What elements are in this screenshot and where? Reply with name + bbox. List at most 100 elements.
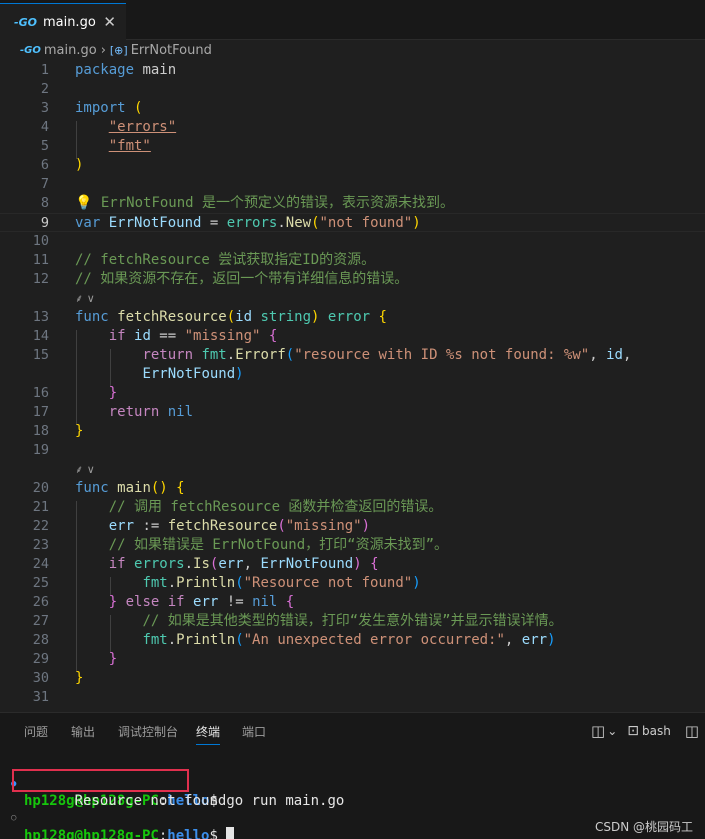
code-line[interactable]: 12 // 如果资源不存在，返回一个带有详细信息的错误。 [0, 270, 705, 289]
code-token: // 如果错误是 ErrNotFound，打印“资源未找到”。 [108, 537, 449, 553]
code-token: if [108, 328, 126, 344]
split-view-icon[interactable]: ◫ [685, 722, 699, 740]
code-text: // 如果是其他类型的错误，打印“发生意外错误”并显示错误详情。 [75, 612, 562, 631]
code-token: ErrNotFound [260, 556, 354, 572]
code-token: if [108, 556, 126, 572]
code-line[interactable]: 10 [0, 232, 705, 251]
code-text: var ErrNotFound = errors.New("not found"… [75, 214, 421, 233]
code-line[interactable]: 24 if errors.Is(err, ErrNotFound) { [0, 555, 705, 574]
close-icon[interactable]: ✕ [103, 13, 116, 31]
line-number: 7 [40, 176, 49, 192]
code-line[interactable]: 9 var ErrNotFound = errors.New("not found… [0, 213, 705, 232]
breadcrumb-file[interactable]: main.go [44, 43, 97, 58]
code-line[interactable]: 25 fmt.Println("Resource not found") [0, 574, 705, 593]
code-token: fmt [142, 575, 168, 591]
code-token: id [235, 309, 253, 325]
code-token: ) [361, 518, 371, 534]
code-line[interactable]: 23 // 如果错误是 ErrNotFound，打印“资源未找到”。 [0, 536, 705, 555]
code-token: , [622, 347, 632, 363]
code-token: := [134, 518, 168, 534]
code-token: , [589, 347, 607, 363]
code-line[interactable]: 19 [0, 441, 705, 460]
code-token: fetchResource [167, 518, 278, 534]
code-token: , [504, 632, 522, 648]
codelens-icon[interactable]: ⸙ ∨ [75, 289, 95, 308]
code-token: . [277, 215, 286, 231]
code-line[interactable]: 20 func main() { [0, 479, 705, 498]
code-line[interactable]: 21 // 调用 fetchResource 函数并检查返回的错误。 [0, 498, 705, 517]
code-line[interactable]: 8 💡 ErrNotFound 是一个预定义的错误，表示资源未找到。 [0, 194, 705, 213]
line-number: 31 [32, 689, 49, 705]
tab-output[interactable]: 输出 [71, 723, 95, 740]
code-token: Errorf [235, 347, 286, 363]
code-line[interactable]: 6) [0, 156, 705, 175]
code-text: ErrNotFound) [75, 365, 243, 384]
code-token: fmt [142, 632, 168, 648]
code-line[interactable]: 31 [0, 688, 705, 707]
code-line[interactable]: 4 "errors" [0, 118, 705, 137]
code-token: ) [547, 632, 556, 648]
code-line[interactable]: 14 if id == "missing" { [0, 327, 705, 346]
code-line[interactable]: 13 func fetchResource(id string) error { [0, 308, 705, 327]
code-token: err [193, 594, 219, 610]
tab-main-go[interactable]: -GO main.go ✕ [0, 3, 126, 40]
line-number: 23 [32, 537, 49, 553]
code-line[interactable]: 18} [0, 422, 705, 441]
code-line[interactable]: 11 // fetchResource 尝试获取指定ID的资源。 [0, 251, 705, 270]
code-line[interactable]: 3 import ( [0, 99, 705, 118]
code-line[interactable]: 7 [0, 175, 705, 194]
output-highlight-box [12, 769, 189, 792]
code-token: Is [193, 556, 210, 572]
code-line[interactable]: 22 err := fetchResource("missing") [0, 517, 705, 536]
code-token: "errors" [108, 119, 177, 135]
go-file-icon: -GO [20, 44, 41, 56]
code-text: 💡 ErrNotFound 是一个预定义的错误，表示资源未找到。 [75, 194, 454, 213]
code-token: == [150, 328, 185, 344]
code-line[interactable]: 15 return fmt.Errorf("resource with ID %… [0, 346, 705, 365]
code-line[interactable]: 27 // 如果是其他类型的错误，打印“发生意外错误”并显示错误详情。 [0, 612, 705, 631]
tab-debug-console[interactable]: 调试控制台 [118, 723, 178, 740]
code-line[interactable]: ErrNotFound) [0, 365, 705, 384]
code-line[interactable]: 1 package main [0, 61, 705, 80]
tab-problems[interactable]: 问题 [24, 723, 48, 740]
lightbulb-icon[interactable]: 💡 [75, 195, 92, 211]
code-editor[interactable]: 1 package main 2 3 import (4 "errors" 5 "fmt"… [0, 60, 705, 712]
code-line[interactable]: 29 } [0, 650, 705, 669]
code-line[interactable]: 28 fmt.Println("An unexpected error occu… [0, 631, 705, 650]
code-token: , [243, 556, 261, 572]
code-token: errors [226, 215, 278, 231]
code-line[interactable]: 16 } [0, 384, 705, 403]
shell-name[interactable]: bash [642, 724, 671, 738]
tab-terminal[interactable]: 终端 [196, 723, 221, 745]
code-line[interactable]: 2 [0, 80, 705, 99]
chevron-down-icon[interactable]: ⌄ [607, 724, 617, 738]
code-token: if [167, 594, 185, 610]
code-token: err [108, 518, 135, 534]
code-text: func fetchResource(id string) error { [75, 308, 387, 327]
codelens-row[interactable]: ⸙ ∨ [0, 460, 705, 479]
line-number: 18 [32, 423, 49, 439]
breadcrumb-symbol[interactable]: ErrNotFound [131, 43, 212, 58]
split-terminal-icon[interactable]: ◫ [591, 722, 605, 740]
line-number: 22 [32, 518, 49, 534]
code-line[interactable]: 30} [0, 669, 705, 688]
code-line[interactable]: 5 "fmt" [0, 137, 705, 156]
tab-ports[interactable]: 端口 [242, 723, 266, 740]
code-line[interactable]: 17 return nil [0, 403, 705, 422]
code-token: ( [235, 575, 244, 591]
codelens-row[interactable]: ⸙ ∨ [0, 289, 705, 308]
code-token: ( [134, 100, 143, 116]
code-line[interactable]: 26 } else if err != nil { [0, 593, 705, 612]
codelens-icon[interactable]: ⸙ ∨ [75, 460, 95, 479]
